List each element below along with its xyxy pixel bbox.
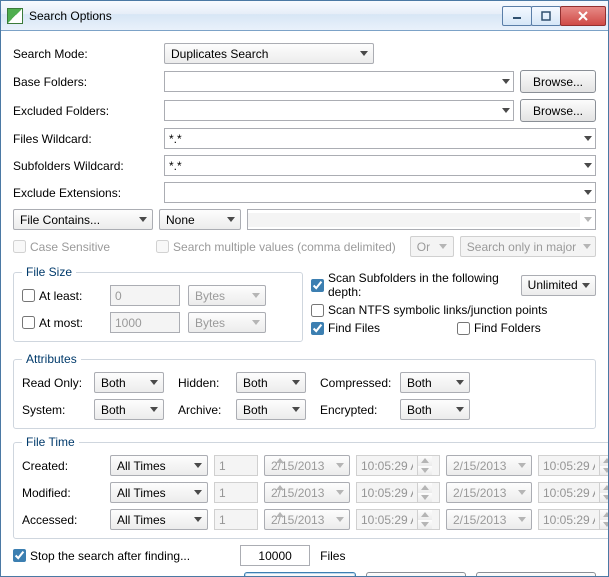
attributes-legend: Attributes xyxy=(22,352,81,366)
depth-combo[interactable]: Unlimited xyxy=(521,275,596,296)
case-sensitive-check: Case Sensitive xyxy=(13,240,110,254)
file-contains-combo[interactable]: File Contains... xyxy=(13,209,153,230)
archive-combo[interactable]: Both xyxy=(236,399,306,420)
label-base-folders: Base Folders: xyxy=(13,75,158,89)
at-least-check[interactable]: At least: xyxy=(22,289,102,303)
label-readonly: Read Only: xyxy=(22,376,94,390)
or-and-combo: Or xyxy=(410,236,454,257)
close-button[interactable] xyxy=(560,6,606,26)
at-most-unit: Bytes xyxy=(188,312,266,333)
modified-time-from xyxy=(356,482,440,503)
encrypted-combo[interactable]: Both xyxy=(400,399,470,420)
modified-count xyxy=(214,482,258,503)
dialog-content: Search Mode: Duplicates Search Base Fold… xyxy=(1,31,608,576)
minimize-button[interactable] xyxy=(502,6,532,26)
label-compressed: Compressed: xyxy=(320,376,400,390)
file-contains-mode-combo[interactable]: None xyxy=(159,209,241,230)
base-folders-input[interactable] xyxy=(164,71,514,92)
reset-button[interactable]: Reset To Default xyxy=(476,572,596,576)
modified-mode-combo[interactable]: All Times xyxy=(110,482,208,503)
exclude-extensions-input[interactable] xyxy=(164,182,596,203)
browse-base-button[interactable]: Browse... xyxy=(520,70,596,93)
excluded-folders-input[interactable] xyxy=(164,100,514,121)
at-most-check[interactable]: At most: xyxy=(22,316,102,330)
accessed-time-to xyxy=(538,509,608,530)
app-icon xyxy=(7,8,23,24)
hidden-combo[interactable]: Both xyxy=(236,372,306,393)
scan-ntfs-check[interactable]: Scan NTFS symbolic links/junction points xyxy=(311,303,547,317)
subfolders-wildcard-input[interactable] xyxy=(164,155,596,176)
label-modified: Modified: xyxy=(22,486,104,500)
compressed-combo[interactable]: Both xyxy=(400,372,470,393)
file-size-legend: File Size xyxy=(22,265,76,279)
start-search-button[interactable]: Start Search xyxy=(244,572,356,576)
modified-time-to xyxy=(538,482,608,503)
browse-excluded-button[interactable]: Browse... xyxy=(520,99,596,122)
label-subfolders-wildcard: Subfolders Wildcard: xyxy=(13,159,158,173)
label-hidden: Hidden: xyxy=(178,376,236,390)
created-date-to: 2/15/2013 xyxy=(446,455,532,476)
close-dialog-button[interactable]: Close xyxy=(366,572,466,576)
window-title: Search Options xyxy=(29,9,112,23)
system-combo[interactable]: Both xyxy=(94,399,164,420)
accessed-time-from xyxy=(356,509,440,530)
search-mode-combo[interactable]: Duplicates Search xyxy=(164,43,374,64)
created-time-from xyxy=(356,455,440,476)
file-contains-value-input xyxy=(247,209,596,230)
label-encrypted: Encrypted: xyxy=(320,403,400,417)
stop-after-count[interactable] xyxy=(240,545,310,566)
label-archive: Archive: xyxy=(178,403,236,417)
find-folders-check[interactable]: Find Folders xyxy=(457,321,541,335)
file-time-group: File Time Created: All Times 2/15/2013 2/15… xyxy=(13,435,608,539)
find-files-check[interactable]: Find Files xyxy=(311,321,451,335)
created-mode-combo[interactable]: All Times xyxy=(110,455,208,476)
titlebar[interactable]: Search Options xyxy=(1,1,608,31)
accessed-mode-combo[interactable]: All Times xyxy=(110,509,208,530)
at-least-unit: Bytes xyxy=(188,285,266,306)
accessed-date-to: 2/15/2013 xyxy=(446,509,532,530)
scan-subfolders-check[interactable]: Scan Subfolders in the following depth: xyxy=(311,271,515,299)
attributes-group: Attributes Read Only: Both Hidden: Both … xyxy=(13,352,596,429)
label-system: System: xyxy=(22,403,94,417)
files-wildcard-input[interactable] xyxy=(164,128,596,149)
search-options-window: Search Options Search Mode: Duplicates S… xyxy=(0,0,609,577)
created-count xyxy=(214,455,258,476)
created-time-to xyxy=(538,455,608,476)
label-accessed: Accessed: xyxy=(22,513,104,527)
stop-after-check[interactable]: Stop the search after finding... xyxy=(13,549,190,563)
label-search-mode: Search Mode: xyxy=(13,47,158,61)
maximize-button[interactable] xyxy=(531,6,561,26)
modified-date-to: 2/15/2013 xyxy=(446,482,532,503)
label-excluded-folders: Excluded Folders: xyxy=(13,104,158,118)
file-time-legend: File Time xyxy=(22,435,79,449)
at-least-value xyxy=(110,285,180,306)
stop-after-unit: Files xyxy=(320,549,345,563)
label-created: Created: xyxy=(22,459,104,473)
readonly-combo[interactable]: Both xyxy=(94,372,164,393)
label-files-wildcard: Files Wildcard: xyxy=(13,132,158,146)
file-size-group: File Size At least: Bytes At most: Bytes xyxy=(13,265,303,342)
label-exclude-extensions: Exclude Extensions: xyxy=(13,186,158,200)
at-most-value xyxy=(110,312,180,333)
accessed-count xyxy=(214,509,258,530)
major-streams-combo: Search only in major stre xyxy=(460,236,596,257)
multi-values-check: Search multiple values (comma delimited) xyxy=(156,240,396,254)
